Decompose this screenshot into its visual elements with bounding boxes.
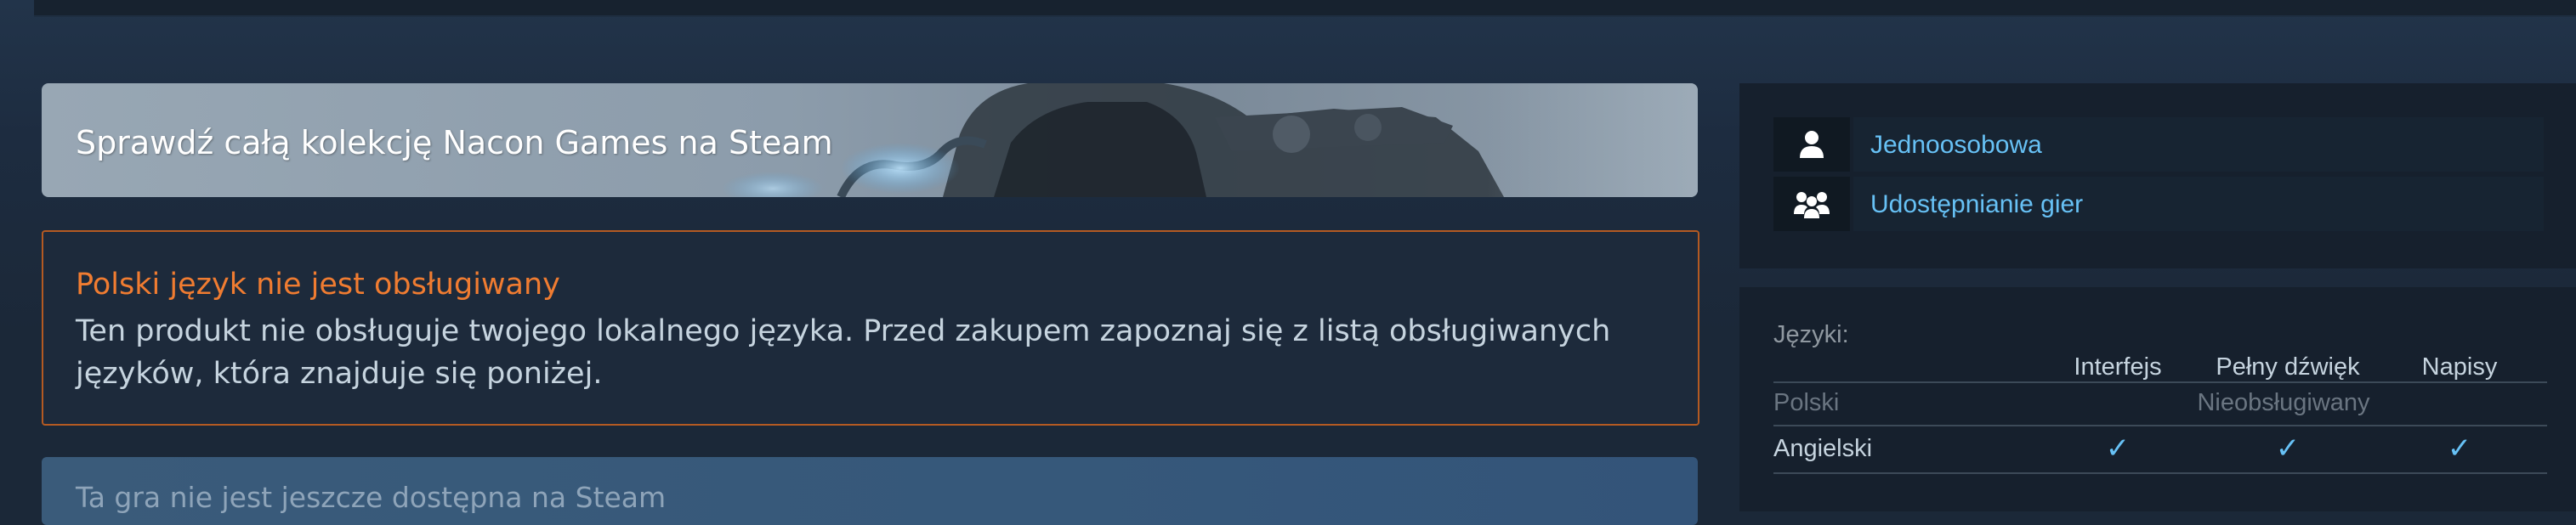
interface-check-icon: ✓ xyxy=(2105,432,2131,466)
language-warning-text: Ten produkt nie obsługuje twojego lokaln… xyxy=(76,314,1611,391)
table-divider xyxy=(1773,381,2547,383)
table-divider xyxy=(1773,425,2547,426)
banner-title: Sprawdź całą kolekcję Nacon Games na Ste… xyxy=(76,124,833,161)
feature-label: Udostępnianie gier xyxy=(1870,190,2084,218)
game-features-panel: Jednoosobowa Udostępnianie gier xyxy=(1739,83,2576,268)
column-full-audio: Pełny dźwięk xyxy=(2216,353,2360,381)
language-row-english: Angielski xyxy=(1773,435,1873,462)
languages-heading: Języki: xyxy=(1773,321,1849,348)
audio-check-icon: ✓ xyxy=(2275,432,2301,466)
column-interface: Interfejs xyxy=(2074,353,2162,381)
feature-single-player[interactable]: Jednoosobowa xyxy=(1773,117,2576,172)
feature-label: Jednoosobowa xyxy=(1870,131,2042,159)
unavailable-notice: Ta gra nie jest jeszcze dostępna na Stea… xyxy=(42,457,1698,525)
feature-label-box: Jednoosobowa xyxy=(1853,117,2544,172)
subtitles-check-icon: ✓ xyxy=(2447,432,2472,466)
top-bar-divider xyxy=(34,15,2576,17)
feature-family-sharing[interactable]: Udostępnianie gier xyxy=(1773,177,2576,231)
language-warning-title: Polski język nie jest obsługiwany xyxy=(76,268,560,302)
language-row-polish: Polski xyxy=(1773,389,1840,416)
publisher-collection-banner[interactable]: Sprawdź całą kolekcję Nacon Games na Ste… xyxy=(42,83,1698,197)
unavailable-text: Ta gra nie jest jeszcze dostępna na Stea… xyxy=(76,481,667,514)
language-warning-box: Polski język nie jest obsługiwany Ten pr… xyxy=(42,230,1699,426)
top-bar xyxy=(34,0,2576,15)
unsupported-label: Nieobsługiwany xyxy=(2197,389,2370,416)
family-sharing-icon xyxy=(1773,177,1850,231)
single-player-icon xyxy=(1773,117,1850,172)
column-subtitles: Napisy xyxy=(2421,353,2498,381)
table-divider xyxy=(1773,472,2547,474)
feature-label-box: Udostępnianie gier xyxy=(1853,177,2544,231)
languages-panel: Języki: Interfejs Pełny dźwięk Napisy Po… xyxy=(1739,287,2576,511)
